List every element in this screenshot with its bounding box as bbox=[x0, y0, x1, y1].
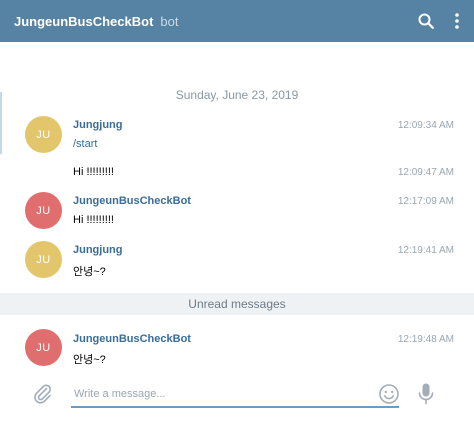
chat-title[interactable]: JungeunBusCheckBot bbox=[14, 14, 153, 29]
avatar[interactable]: JU bbox=[25, 116, 62, 153]
message-sender[interactable]: Jungjung bbox=[73, 119, 123, 131]
chat-window: JungeunBusCheckBot bot Sunday, June 23, … bbox=[0, 0, 474, 422]
header-actions bbox=[418, 0, 460, 42]
message-text: 안녕~? bbox=[73, 266, 106, 278]
message-time: 12:09:34 AM bbox=[397, 120, 454, 131]
message-sender[interactable]: JungeunBusCheckBot bbox=[73, 195, 191, 207]
message-text: Hi !!!!!!!!! bbox=[73, 166, 114, 178]
more-vertical-icon[interactable] bbox=[454, 13, 460, 29]
message-text: 안녕~? bbox=[73, 354, 106, 366]
message-time: 12:19:48 AM bbox=[397, 334, 454, 345]
message-text[interactable]: /start bbox=[73, 138, 97, 150]
avatar[interactable]: JU bbox=[25, 241, 62, 278]
emoji-icon[interactable] bbox=[378, 383, 400, 410]
attach-icon[interactable] bbox=[32, 382, 52, 409]
unread-messages-divider: Unread messages bbox=[0, 293, 474, 315]
message-composer bbox=[0, 374, 474, 422]
date-separator: Sunday, June 23, 2019 bbox=[175, 88, 299, 102]
message-time: 12:17:09 AM bbox=[397, 196, 454, 207]
message-sender[interactable]: Jungjung bbox=[73, 244, 123, 256]
microphone-icon[interactable] bbox=[417, 382, 435, 411]
message-input[interactable] bbox=[71, 382, 399, 408]
avatar[interactable]: JU bbox=[25, 192, 62, 229]
chat-subtitle: bot bbox=[160, 13, 179, 29]
message-time: 12:19:41 AM bbox=[397, 245, 454, 256]
message-text: Hi !!!!!!!!! bbox=[73, 214, 114, 226]
chat-header: JungeunBusCheckBot bot bbox=[0, 0, 474, 42]
message-time: 12:09:47 AM bbox=[397, 167, 454, 178]
message-sender[interactable]: JungeunBusCheckBot bbox=[73, 333, 191, 345]
search-icon[interactable] bbox=[418, 13, 434, 29]
avatar[interactable]: JU bbox=[25, 329, 62, 366]
